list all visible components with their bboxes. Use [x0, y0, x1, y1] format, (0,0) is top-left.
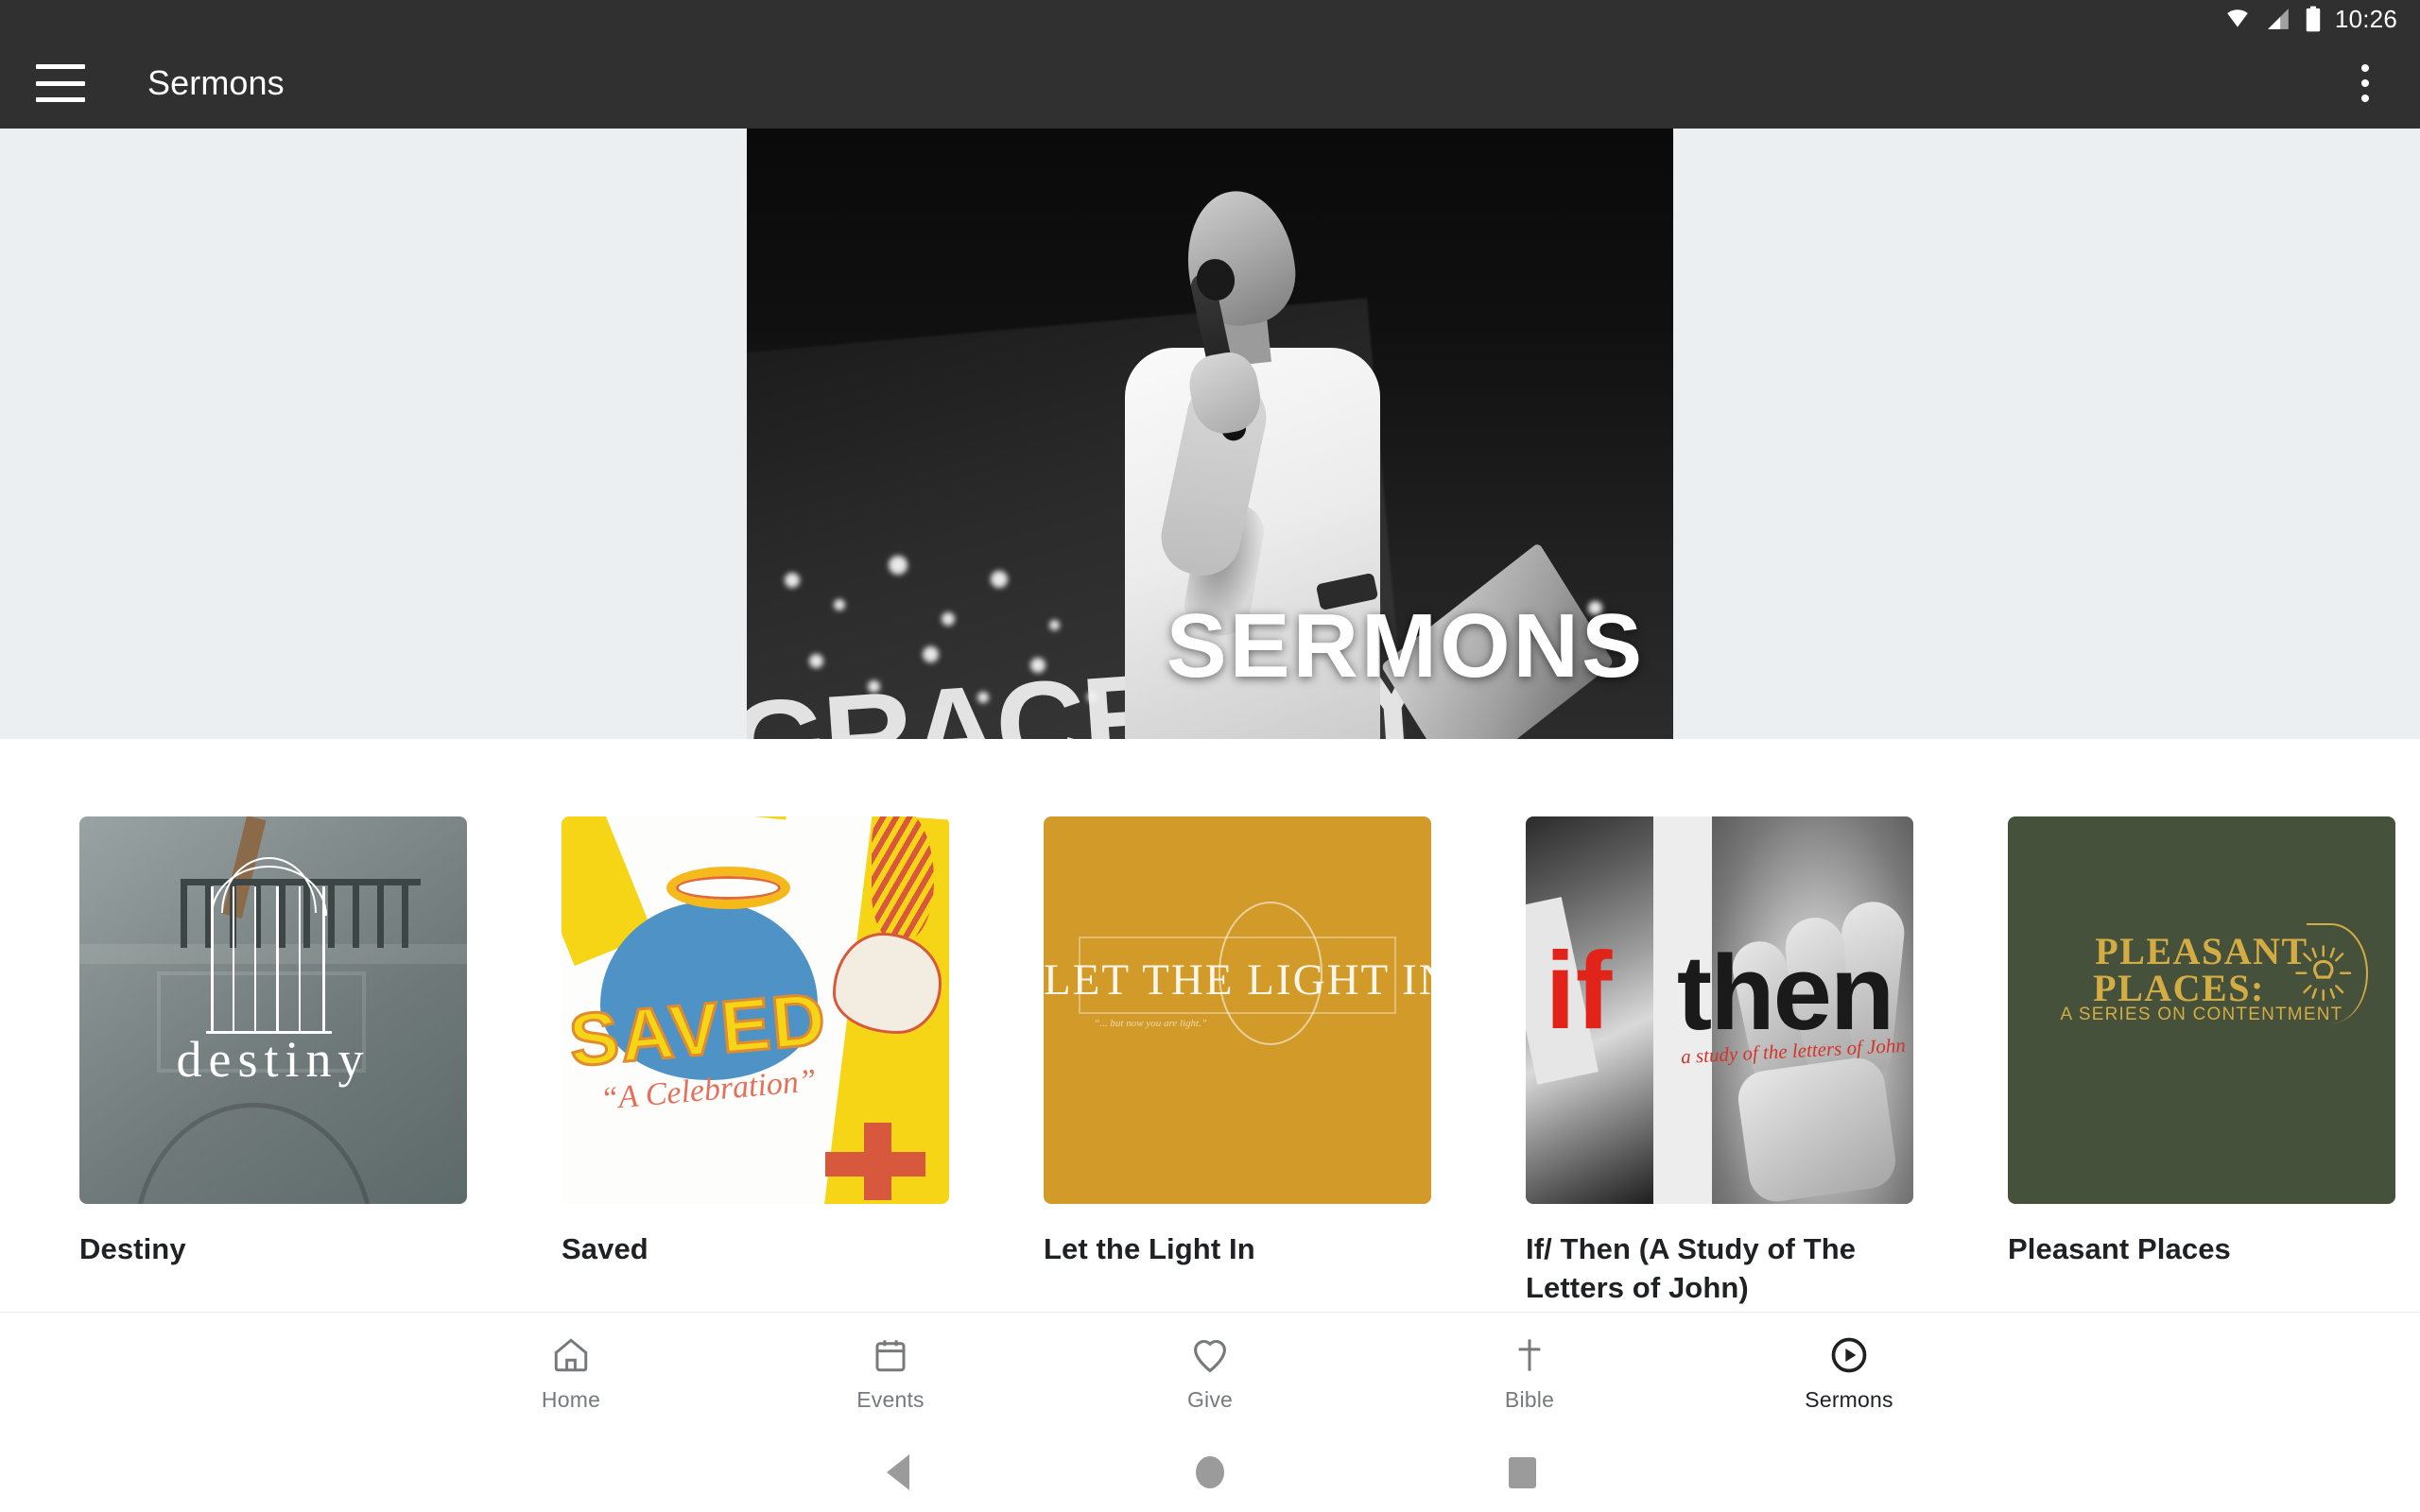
hero-overlay-title: SERMONS — [1166, 595, 1645, 696]
series-thumbnail-let-the-light-in[interactable]: LET THE LIGHT IN “... but now you are li… — [1044, 816, 1431, 1204]
series-art-word: destiny — [176, 1030, 371, 1088]
art-cross-horizontal — [824, 1151, 926, 1177]
overflow-dot — [2361, 64, 2369, 72]
series-title: Saved — [562, 1232, 648, 1265]
heart-icon — [1189, 1332, 1231, 1378]
main-content: destiny Destiny SAVED “A Celebration” Sa… — [0, 739, 2420, 1308]
cross-icon — [1510, 1332, 1549, 1378]
art-halo — [666, 867, 790, 910]
series-art-subtitle: “... but now you are light.” — [1094, 1018, 1207, 1030]
hero-section: GRACECITY SERMONS — [0, 129, 2420, 739]
recents-square-icon — [1508, 1456, 1536, 1488]
series-thumbnail-destiny[interactable]: destiny — [79, 816, 467, 1204]
play-circle-icon — [1828, 1332, 1870, 1378]
sermon-series-grid: destiny Destiny SAVED “A Celebration” Sa… — [0, 816, 2420, 1308]
series-thumbnail-if-then[interactable]: if then a study of the letters of John — [1526, 816, 1913, 1204]
series-art-word-then: then — [1676, 934, 1894, 1053]
series-card-saved[interactable]: SAVED “A Celebration” Saved — [562, 816, 949, 1308]
android-system-navigation-bar — [0, 1433, 2420, 1512]
back-triangle-icon — [887, 1454, 909, 1490]
hero-banner-image[interactable]: GRACECITY SERMONS — [747, 129, 1673, 739]
art-arch-lineart — [206, 856, 333, 1034]
nav-label: Events — [856, 1387, 925, 1412]
home-circle-icon — [1196, 1456, 1224, 1488]
nav-item-give[interactable]: Give — [1050, 1332, 1370, 1413]
nav-label: Bible — [1504, 1387, 1555, 1412]
series-title: If/ Then (A Study of The Letters of John… — [1526, 1232, 1857, 1304]
art-arch — [133, 1103, 374, 1204]
overflow-dot — [2361, 94, 2369, 102]
page-title: Sermons — [147, 63, 285, 102]
status-icon-group — [2223, 6, 2322, 32]
cellular-signal-icon — [2268, 9, 2289, 29]
hamburger-menu-icon[interactable] — [36, 64, 85, 102]
hamburger-line — [36, 64, 85, 69]
system-recents-button[interactable] — [1366, 1456, 1678, 1488]
wifi-icon — [2227, 9, 2248, 27]
nav-item-home[interactable]: Home — [411, 1332, 731, 1413]
status-clock: 10:26 — [2334, 4, 2397, 33]
series-title: Let the Light In — [1044, 1232, 1255, 1265]
bottom-navigation-bar: Home Events Give Bible Sermons — [0, 1312, 2420, 1433]
series-title: Pleasant Places — [2008, 1232, 2231, 1265]
art-hand — [833, 933, 942, 1034]
series-card-destiny[interactable]: destiny Destiny — [79, 816, 467, 1308]
hamburger-line — [36, 80, 85, 86]
sunburst-icon — [2295, 945, 2352, 1002]
battery-icon — [2306, 6, 2321, 32]
overflow-menu-icon[interactable] — [2339, 57, 2392, 110]
nav-item-sermons[interactable]: Sermons — [1689, 1332, 2009, 1413]
overflow-dot — [2361, 79, 2369, 87]
series-art-word: LET THE LIGHT IN — [1044, 954, 1431, 1005]
nav-label: Give — [1186, 1387, 1234, 1412]
nav-item-events[interactable]: Events — [731, 1332, 1050, 1413]
nav-item-bible[interactable]: Bible — [1370, 1332, 1689, 1413]
series-title: Destiny — [79, 1232, 186, 1265]
calendar-icon — [871, 1332, 910, 1378]
art-red-streak — [872, 816, 934, 941]
status-bar: 10:26 — [0, 0, 2420, 38]
system-back-button[interactable] — [742, 1454, 1054, 1490]
nav-label: Home — [541, 1387, 601, 1412]
series-card-if-then[interactable]: if then a study of the letters of John I… — [1526, 816, 1913, 1308]
hamburger-line — [36, 97, 85, 102]
series-art-word-if: if — [1545, 929, 1613, 1053]
system-home-button[interactable] — [1054, 1456, 1366, 1488]
series-card-pleasant-places[interactable]: PLEASANT PLACES: A SERIES ON CONTENTMENT — [2008, 816, 2395, 1308]
series-thumbnail-pleasant-places[interactable]: PLEASANT PLACES: A SERIES ON CONTENTMENT — [2008, 816, 2395, 1204]
series-card-let-the-light-in[interactable]: LET THE LIGHT IN “... but now you are li… — [1044, 816, 1431, 1308]
app-bar: Sermons — [0, 38, 2420, 129]
nav-label: Sermons — [1805, 1387, 1893, 1412]
home-icon — [551, 1332, 591, 1378]
series-thumbnail-saved[interactable]: SAVED “A Celebration” — [562, 816, 949, 1204]
